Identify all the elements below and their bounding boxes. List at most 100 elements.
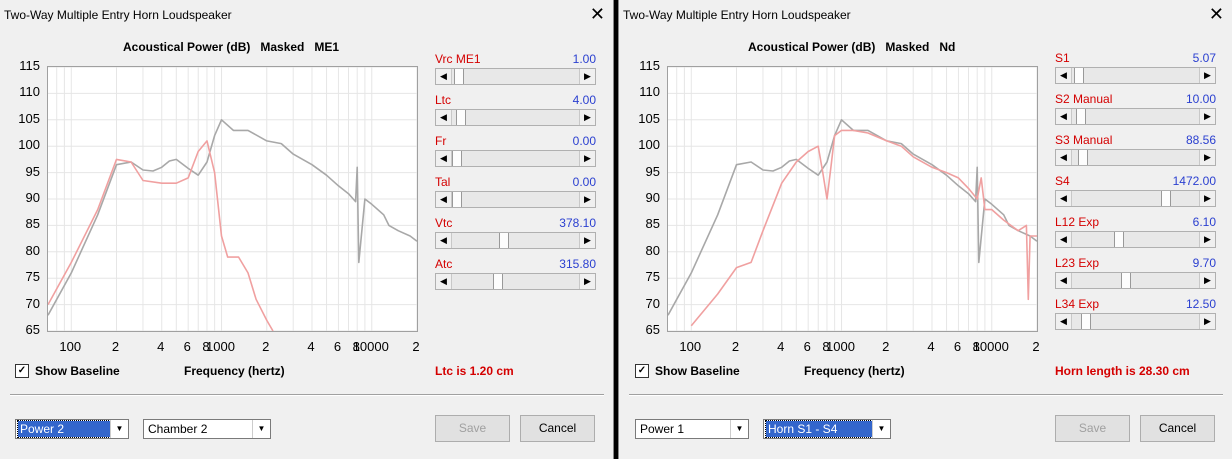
dialog-window-left: Two-Way Multiple Entry Horn Loudspeaker … [0, 0, 614, 459]
power-select-value: Power 1 [640, 422, 685, 436]
close-icon[interactable]: ✕ [590, 3, 605, 25]
x-tick-label: 6 [183, 339, 191, 354]
scrollbar-thumb[interactable] [452, 151, 462, 166]
scrollbar-thumb[interactable] [1081, 314, 1092, 329]
scrollbar-thumb[interactable] [1074, 68, 1085, 83]
checkbox-box[interactable]: ✓ [635, 364, 649, 378]
y-tick-label: 115 [639, 58, 660, 73]
show-baseline-label: Show Baseline [655, 364, 740, 378]
chevron-down-icon[interactable]: ▼ [110, 420, 128, 438]
chart-plot-area [47, 66, 418, 332]
scrollbar-thumb[interactable] [498, 233, 509, 248]
arrow-left-icon[interactable]: ◀ [436, 69, 452, 84]
save-button[interactable]: Save [435, 415, 510, 442]
arrow-right-icon[interactable]: ▶ [1199, 68, 1215, 83]
param-scrollbar[interactable]: ◀ ▶ [1055, 67, 1216, 84]
scrollbar-thumb[interactable] [1121, 273, 1132, 288]
scrollbar-thumb[interactable] [1114, 232, 1125, 247]
param-scrollbar[interactable]: ◀ ▶ [435, 109, 596, 126]
param-value: 1.00 [572, 52, 596, 66]
divider [10, 394, 604, 396]
arrow-right-icon[interactable]: ▶ [579, 69, 595, 84]
chamber-select[interactable]: Chamber 2 ▼ [143, 419, 271, 439]
chart-plot-area [667, 66, 1038, 332]
arrow-left-icon[interactable]: ◀ [436, 110, 452, 125]
horn-select[interactable]: Horn S1 - S4 ▼ [763, 419, 891, 439]
divider [629, 394, 1223, 396]
status-text: Horn length is 28.30 cm [1055, 364, 1190, 378]
arrow-left-icon[interactable]: ◀ [436, 233, 452, 248]
arrow-right-icon[interactable]: ▶ [1199, 109, 1215, 124]
show-baseline-checkbox[interactable]: ✓ Show Baseline [15, 364, 120, 378]
scrollbar-thumb[interactable] [454, 69, 465, 84]
param-label: L23 Exp [1055, 256, 1100, 270]
param-scrollbar[interactable]: ◀ ▶ [1055, 190, 1216, 207]
save-button[interactable]: Save [1055, 415, 1130, 442]
arrow-right-icon[interactable]: ▶ [1199, 191, 1215, 206]
chamber-select-value: Chamber 2 [148, 422, 208, 436]
param-scrollbar[interactable]: ◀ ▶ [1055, 231, 1216, 248]
scrollbar-thumb[interactable] [455, 110, 466, 125]
param-scrollbar[interactable]: ◀ ▶ [435, 68, 596, 85]
arrow-right-icon[interactable]: ▶ [579, 233, 595, 248]
x-tick-label: 4 [927, 339, 935, 354]
param-label: Atc [435, 257, 453, 271]
arrow-right-icon[interactable]: ▶ [579, 151, 595, 166]
param-scrollbar[interactable]: ◀ ▶ [435, 191, 596, 208]
power-select[interactable]: Power 2 ▼ [15, 419, 129, 439]
series-line-1 [48, 119, 417, 316]
param-scrollbar[interactable]: ◀ ▶ [1055, 272, 1216, 289]
arrow-left-icon[interactable]: ◀ [1056, 191, 1072, 206]
y-tick-label: 115 [19, 58, 40, 73]
scrollbar-thumb[interactable] [452, 192, 462, 207]
arrow-left-icon[interactable]: ◀ [436, 274, 452, 289]
param-scrollbar[interactable]: ◀ ▶ [1055, 313, 1216, 330]
param-scrollbar[interactable]: ◀ ▶ [435, 273, 596, 290]
arrow-left-icon[interactable]: ◀ [436, 192, 452, 207]
arrow-left-icon[interactable]: ◀ [1056, 109, 1072, 124]
param-scrollbar[interactable]: ◀ ▶ [1055, 108, 1216, 125]
param-scrollbar[interactable]: ◀ ▶ [1055, 149, 1216, 166]
arrow-right-icon[interactable]: ▶ [1199, 150, 1215, 165]
chevron-down-icon[interactable]: ▼ [872, 420, 890, 438]
arrow-left-icon[interactable]: ◀ [1056, 273, 1072, 288]
status-text: Ltc is 1.20 cm [435, 364, 514, 378]
param-scrollbar[interactable]: ◀ ▶ [435, 232, 596, 249]
scrollbar-thumb[interactable] [492, 274, 503, 289]
power-select[interactable]: Power 1 ▼ [635, 419, 749, 439]
arrow-right-icon[interactable]: ▶ [1199, 314, 1215, 329]
scrollbar-thumb[interactable] [1077, 150, 1088, 165]
arrow-right-icon[interactable]: ▶ [579, 110, 595, 125]
arrow-left-icon[interactable]: ◀ [1056, 314, 1072, 329]
chevron-down-icon[interactable]: ▼ [252, 420, 270, 438]
show-baseline-label: Show Baseline [35, 364, 120, 378]
close-icon[interactable]: ✕ [1209, 3, 1224, 25]
arrow-right-icon[interactable]: ▶ [1199, 273, 1215, 288]
arrow-right-icon[interactable]: ▶ [579, 192, 595, 207]
scrollbar-thumb[interactable] [1075, 109, 1086, 124]
scrollbar-thumb[interactable] [1160, 191, 1171, 206]
param-label: S2 Manual [1055, 92, 1113, 106]
param-label: L12 Exp [1055, 215, 1100, 229]
arrow-left-icon[interactable]: ◀ [1056, 68, 1072, 83]
chart-svg [668, 67, 1037, 331]
show-baseline-checkbox[interactable]: ✓ Show Baseline [635, 364, 740, 378]
cancel-button[interactable]: Cancel [1140, 415, 1215, 442]
chevron-down-icon[interactable]: ▼ [730, 420, 748, 438]
power-select-value: Power 2 [17, 420, 113, 438]
arrow-right-icon[interactable]: ▶ [579, 274, 595, 289]
y-tick-label: 95 [25, 163, 40, 179]
arrow-left-icon[interactable]: ◀ [436, 151, 452, 166]
arrow-left-icon[interactable]: ◀ [1056, 232, 1072, 247]
param-scrollbar[interactable]: ◀ ▶ [435, 150, 596, 167]
arrow-right-icon[interactable]: ▶ [1199, 232, 1215, 247]
param-label: Tal [435, 175, 451, 189]
dialog-window-right: Two-Way Multiple Entry Horn Loudspeaker … [618, 0, 1232, 459]
checkbox-box[interactable]: ✓ [15, 364, 29, 378]
y-tick-label: 65 [25, 322, 40, 337]
arrow-left-icon[interactable]: ◀ [1056, 150, 1072, 165]
y-tick-label: 65 [645, 322, 660, 337]
param-label: S3 Manual [1055, 133, 1113, 147]
cancel-button[interactable]: Cancel [520, 415, 595, 442]
param-value: 5.07 [1192, 51, 1216, 65]
